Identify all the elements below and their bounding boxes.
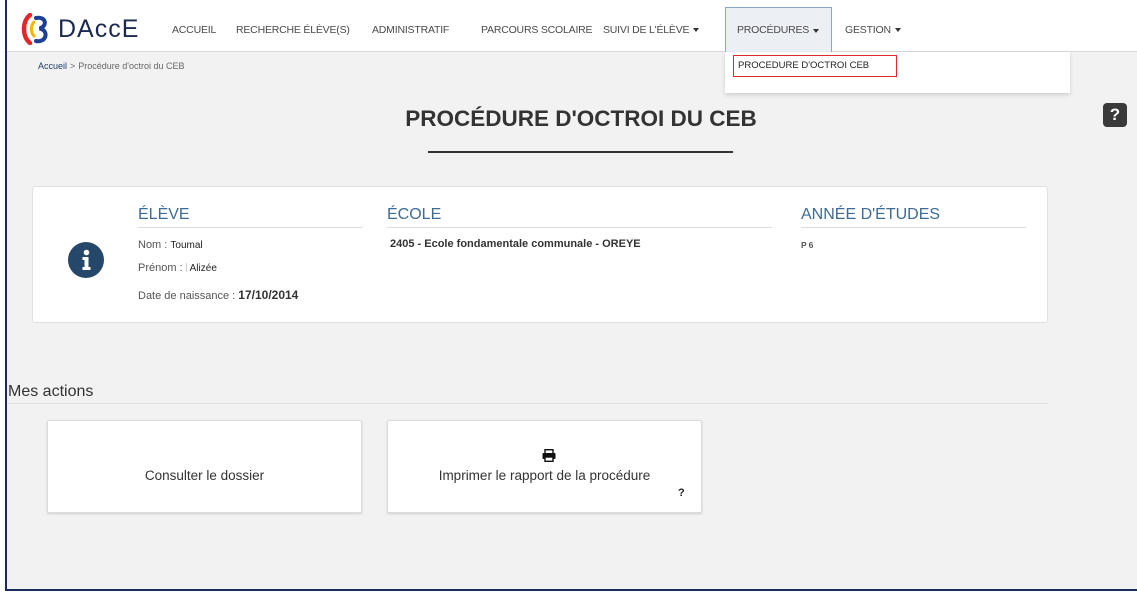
nav-item-label: ADMINISTRATIF — [372, 23, 450, 36]
nav-item-accueil[interactable]: ACCUEIL — [172, 7, 216, 52]
field-value: Toumal — [170, 240, 203, 251]
actions-heading: Mes actions — [8, 383, 94, 400]
nav-item-label: SUIVI DE L'ÉLÈVE — [603, 23, 690, 36]
student-birth-date: Date de naissance : 17/10/2014 — [138, 288, 298, 302]
nav-item-parcours-scolaire[interactable]: PARCOURS SCOLAIRE — [481, 7, 593, 52]
field-separator — [185, 263, 187, 272]
print-report-button[interactable]: Imprimer le rapport de la procédure ? — [387, 420, 702, 513]
actions-divider — [8, 403, 1048, 404]
caret-down-icon — [693, 28, 700, 32]
school-heading: ÉCOLE — [387, 205, 772, 228]
student-column: ÉLÈVE Nom : Toumal Prénom : Alizée Date d… — [138, 205, 363, 302]
action-label: Imprimer le rapport de la procédure — [438, 468, 651, 483]
school-column: ÉCOLE 2405 - Ecole fondamentale communal… — [387, 205, 772, 250]
field-value: Alizée — [189, 263, 217, 274]
grade-column: ANNÉE D'ÉTUDES P6 — [801, 205, 1026, 250]
breadcrumb: Accueil > Procédure d'octroi du CEB — [38, 61, 185, 71]
consult-file-button[interactable]: Consulter le dossier — [47, 420, 362, 513]
nav-item-label: GESTION — [845, 23, 891, 36]
action-label: Consulter le dossier — [144, 468, 265, 483]
title-underline — [428, 151, 733, 153]
nav-item-label: PROCÉDURES — [737, 24, 810, 36]
nav-item-administratif[interactable]: ADMINISTRATIF — [372, 7, 449, 52]
school-value: 2405 - Ecole fondamentale communale - OR… — [390, 238, 641, 250]
breadcrumb-current: Procédure d'octroi du CEB — [78, 61, 185, 71]
field-label: Prénom : — [138, 262, 183, 274]
top-navbar: DAccE ACCUEIL RECHERCHE ÉLÈVE(S) ADMINIS… — [7, 0, 1137, 52]
grade-value: P6 — [801, 240, 816, 250]
student-first-name: Prénom : Alizée — [138, 262, 217, 274]
nav-item-suivi-eleve[interactable]: SUIVI DE L'ÉLÈVE — [603, 7, 700, 52]
field-value: 17/10/2014 — [238, 288, 299, 302]
nav-item-recherche-eleves[interactable]: RECHERCHE ÉLÈVE(S) — [236, 7, 350, 52]
procedures-dropdown-menu: PROCEDURE D'OCTROI CEB — [725, 52, 1070, 93]
nav-item-procedures[interactable]: PROCÉDURES — [725, 7, 832, 52]
student-heading: ÉLÈVE — [138, 205, 363, 228]
nav-item-label: PARCOURS SCOLAIRE — [481, 23, 593, 36]
breadcrumb-separator: > — [70, 61, 76, 71]
app-name[interactable]: DAccE — [58, 14, 139, 44]
nav-item-label: ACCUEIL — [172, 23, 217, 36]
info-icon — [68, 242, 104, 278]
caret-down-icon — [813, 28, 820, 33]
printer-icon — [542, 449, 556, 462]
page-title: PROCÉDURE D'OCTROI DU CEB — [405, 106, 757, 131]
student-last-name: Nom : Toumal — [138, 239, 203, 251]
caret-down-icon — [894, 28, 901, 32]
daccE-logo-icon[interactable] — [19, 13, 53, 45]
nav-item-gestion[interactable]: GESTION — [845, 7, 901, 52]
menu-item-procedure-octroi-ceb[interactable]: PROCEDURE D'OCTROI CEB — [733, 55, 897, 77]
question-icon[interactable]: ? — [678, 487, 685, 499]
field-label: Date de naissance : — [138, 290, 236, 302]
field-label: Nom : — [138, 239, 168, 251]
question-icon[interactable]: ? — [1103, 103, 1127, 127]
nav-item-label: RECHERCHE ÉLÈVE(S) — [236, 23, 350, 36]
breadcrumb-home-link[interactable]: Accueil — [38, 61, 67, 71]
grade-heading: ANNÉE D'ÉTUDES — [801, 205, 1026, 228]
student-info-card: ÉLÈVE Nom : Toumal Prénom : Alizée Date d… — [32, 186, 1048, 323]
